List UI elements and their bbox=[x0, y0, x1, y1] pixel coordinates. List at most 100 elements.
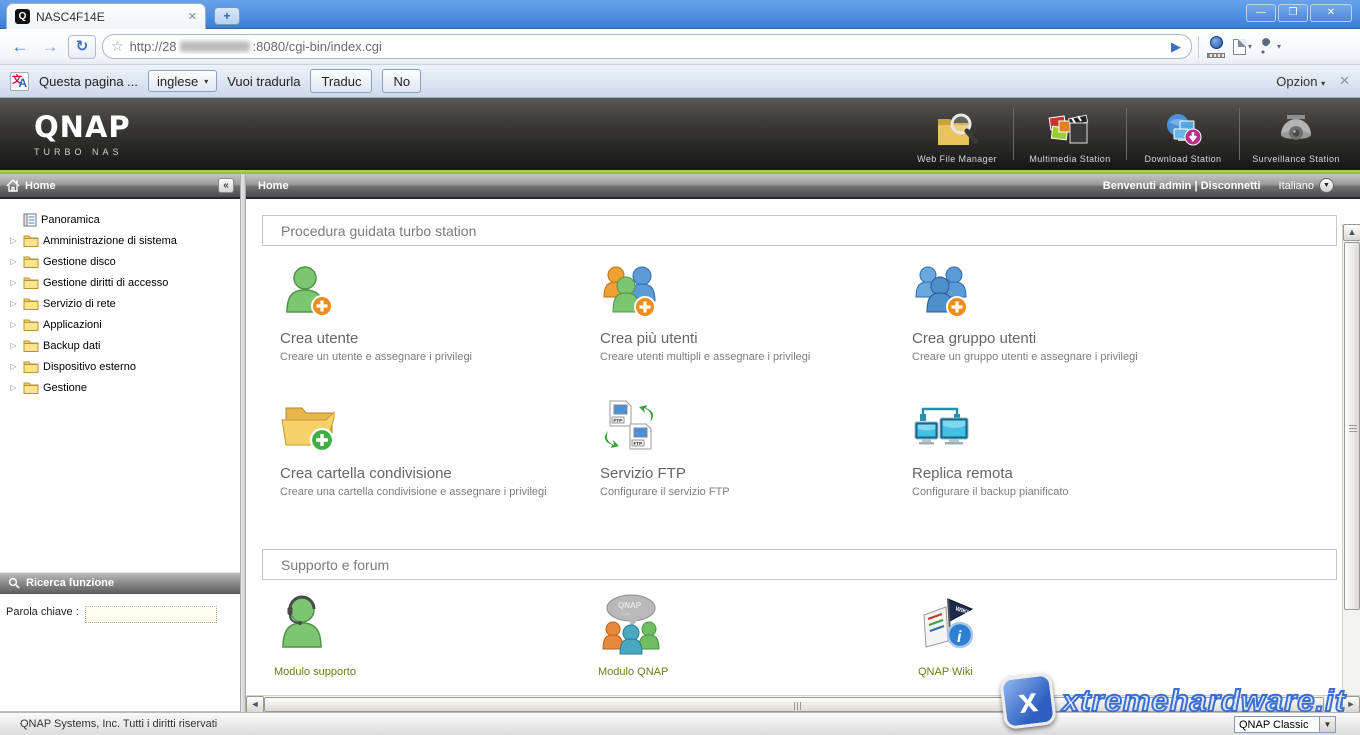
translate-button[interactable]: Traduc bbox=[310, 69, 372, 93]
scroll-up-icon[interactable]: ▲ bbox=[1343, 224, 1360, 241]
app-web-file-manager[interactable]: Web File Manager bbox=[901, 98, 1013, 170]
expander-icon[interactable]: ▷ bbox=[8, 278, 19, 287]
language-dropdown-icon[interactable]: ▼ bbox=[1319, 178, 1334, 193]
tree-item-label: Gestione disco bbox=[43, 256, 116, 268]
tree-item-gestione-diritti-di-accesso[interactable]: ▷ Gestione diritti di accesso bbox=[0, 272, 240, 293]
app-surveillance-station[interactable]: Surveillance Station bbox=[1240, 98, 1352, 170]
expander-icon[interactable]: ▷ bbox=[8, 341, 19, 350]
tree-item-gestione[interactable]: ▷ Gestione bbox=[0, 377, 240, 398]
tree-item-gestione-disco[interactable]: ▷ Gestione disco bbox=[0, 251, 240, 272]
remote-replication-icon bbox=[912, 398, 972, 456]
tab-close-icon[interactable]: ✕ bbox=[188, 10, 197, 23]
logout-link[interactable]: Disconnetti bbox=[1201, 180, 1261, 192]
header-app-launcher: Web File Manager Multimedia Station bbox=[901, 98, 1352, 170]
wizard-item-desc: Configurare il backup pianificato bbox=[912, 486, 1217, 498]
expander-icon[interactable]: ▷ bbox=[8, 257, 19, 266]
wizard-item-crea-utente[interactable]: Crea utente Creare un utente e assegnare… bbox=[280, 261, 585, 363]
minimize-button[interactable]: — bbox=[1246, 4, 1276, 22]
restore-button[interactable]: ❐ bbox=[1278, 4, 1308, 22]
copyright-text: QNAP Systems, Inc. Tutti i diritti riser… bbox=[0, 718, 217, 730]
horizontal-scrollbar[interactable]: ◄ ► bbox=[246, 695, 1360, 712]
new-tab-button[interactable]: + bbox=[214, 7, 240, 25]
tree-item-panoramica[interactable]: Panoramica bbox=[0, 209, 240, 230]
expander-icon[interactable]: ▷ bbox=[8, 362, 19, 371]
qnap-forum-icon: QNAP Club bbox=[598, 593, 664, 655]
expander-icon[interactable]: ▷ bbox=[8, 236, 19, 245]
keyword-input[interactable] bbox=[85, 606, 217, 623]
search-panel-title: Ricerca funzione bbox=[26, 577, 114, 589]
support-item-modulo-qnap[interactable]: QNAP Club Modulo QNAP bbox=[598, 593, 878, 678]
language-switcher[interactable]: Italiano ▼ bbox=[1279, 178, 1334, 193]
wizard-item-crea-gruppo-utenti[interactable]: Crea gruppo utenti Creare un gruppo uten… bbox=[912, 261, 1217, 363]
url-redacted-segment bbox=[180, 41, 250, 52]
wizard-item-replica-remota[interactable]: Replica remota Configurare il backup pia… bbox=[912, 396, 1217, 498]
expander-icon[interactable]: ▷ bbox=[8, 299, 19, 308]
welcome-text: Benvenuti admin bbox=[1103, 180, 1192, 192]
sidebar-collapse-button[interactable]: « bbox=[218, 178, 234, 193]
main-header: Home Benvenuti admin | Disconnetti Itali… bbox=[246, 174, 1360, 199]
extension-globe-icon[interactable] bbox=[1205, 36, 1227, 58]
surveillance-station-icon bbox=[1273, 111, 1319, 151]
tree-item-servizio-di-rete[interactable]: ▷ Servizio di rete bbox=[0, 293, 240, 314]
tree-item-label: Gestione diritti di accesso bbox=[43, 277, 168, 289]
folder-icon bbox=[23, 255, 39, 268]
options-menu[interactable]: Opzion ▾ bbox=[1276, 74, 1325, 89]
home-icon bbox=[6, 179, 20, 192]
go-icon[interactable]: ▶ bbox=[1171, 39, 1183, 55]
browser-tab[interactable]: Q NASC4F14E ✕ bbox=[6, 3, 206, 29]
tree-item-label: Amministrazione di sistema bbox=[43, 235, 177, 247]
support-item-modulo-supporto[interactable]: Modulo supporto bbox=[274, 593, 554, 678]
qnap-logo: QNAP TURBO NAS bbox=[0, 98, 131, 170]
tree-item-amministrazione-di-sistema[interactable]: ▷ Amministrazione di sistema bbox=[0, 230, 240, 251]
theme-dropdown-icon[interactable]: ▼ bbox=[1319, 717, 1335, 732]
search-panel-body: Parola chiave : bbox=[0, 594, 240, 712]
create-user-group-icon bbox=[912, 263, 974, 321]
support-item-label: QNAP Wiki bbox=[918, 666, 1198, 678]
horizontal-scroll-thumb[interactable] bbox=[264, 697, 1324, 712]
app-multimedia-station[interactable]: Multimedia Station bbox=[1014, 98, 1126, 170]
address-bar[interactable]: ☆ http://28 :8080/cgi-bin/index.cgi ▶ bbox=[102, 34, 1192, 59]
url-text[interactable]: http://28 :8080/cgi-bin/index.cgi bbox=[130, 39, 1165, 54]
folder-icon bbox=[23, 339, 39, 352]
language-select[interactable]: inglese ▾ bbox=[148, 70, 217, 92]
svg-text:FTP: FTP bbox=[614, 418, 623, 423]
back-icon[interactable]: ← bbox=[8, 37, 32, 57]
page-menu-button[interactable]: ▾ bbox=[1233, 39, 1252, 55]
close-button[interactable]: ✕ bbox=[1310, 4, 1352, 22]
forward-icon[interactable]: → bbox=[38, 37, 62, 57]
search-panel-header[interactable]: Ricerca funzione bbox=[0, 572, 240, 594]
translate-close-icon[interactable]: ✕ bbox=[1339, 73, 1350, 89]
wizard-item-servizio-ftp[interactable]: FTP FTP Servizio FTP Configurare il serv… bbox=[600, 396, 905, 498]
tree-item-label: Panoramica bbox=[41, 214, 100, 226]
breadcrumb: Home bbox=[258, 180, 289, 192]
vertical-scroll-thumb[interactable] bbox=[1344, 242, 1360, 610]
vertical-scrollbar[interactable]: ▲ ▼ bbox=[1342, 224, 1360, 712]
scroll-left-icon[interactable]: ◄ bbox=[246, 696, 264, 713]
wizard-item-desc: Creare utenti multipli e assegnare i pri… bbox=[600, 351, 905, 363]
tree-item-backup-dati[interactable]: ▷ Backup dati bbox=[0, 335, 240, 356]
support-item-qnap-wiki[interactable]: WIKI i QNAP Wiki bbox=[918, 593, 1198, 678]
ftp-service-icon: FTP FTP bbox=[600, 398, 658, 456]
app-download-station[interactable]: Download Station bbox=[1127, 98, 1239, 170]
sidebar-header: Home « bbox=[0, 174, 240, 199]
tools-menu-button[interactable]: ▾ bbox=[1258, 38, 1281, 55]
url-prefix: http://28 bbox=[130, 39, 177, 54]
theme-select[interactable]: QNAP Classic ▼ bbox=[1234, 716, 1336, 733]
tree-item-dispositivo-esterno[interactable]: ▷ Dispositivo esterno bbox=[0, 356, 240, 377]
app-label: Multimedia Station bbox=[1029, 154, 1110, 164]
expander-icon[interactable]: ▷ bbox=[8, 320, 19, 329]
nav-tree: Panoramica ▷ Amministrazione di sistema … bbox=[0, 199, 240, 572]
wizard-item-crea-cartella-condivisione[interactable]: Crea cartella condivisione Creare una ca… bbox=[280, 396, 585, 498]
expander-icon[interactable]: ▷ bbox=[8, 383, 19, 392]
reload-icon[interactable]: ↻ bbox=[68, 35, 96, 59]
wizard-item-title: Crea gruppo utenti bbox=[912, 330, 1217, 347]
separator: | bbox=[1194, 180, 1197, 192]
wizard-item-crea-piu-utenti[interactable]: Crea più utenti Creare utenti multipli e… bbox=[600, 261, 905, 363]
tree-item-applicazioni[interactable]: ▷ Applicazioni bbox=[0, 314, 240, 335]
bookmark-star-icon[interactable]: ☆ bbox=[111, 38, 124, 55]
scroll-right-icon[interactable]: ► bbox=[1342, 696, 1360, 713]
wizard-item-title: Crea più utenti bbox=[600, 330, 905, 347]
wizard-item-title: Replica remota bbox=[912, 465, 1217, 482]
theme-selected-value: QNAP Classic bbox=[1235, 719, 1319, 731]
no-button[interactable]: No bbox=[382, 69, 421, 93]
